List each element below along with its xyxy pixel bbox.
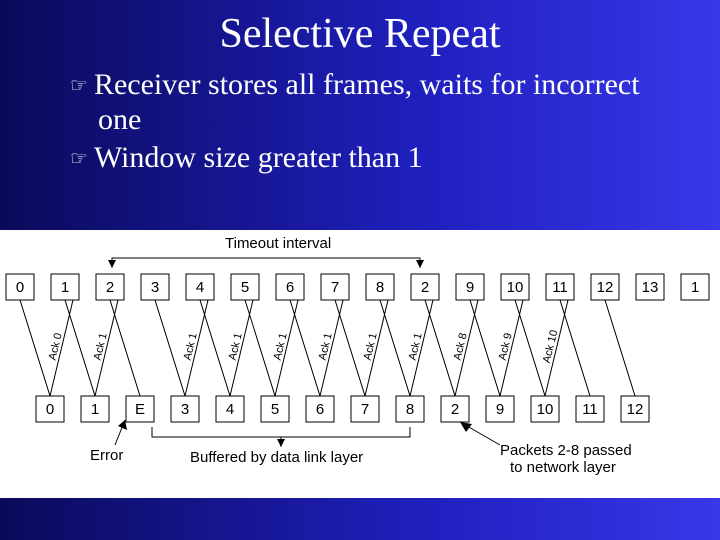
bullet-item: ☞Window size greater than 1 [70,141,680,176]
receiver-box-label: 6 [316,401,324,418]
receiver-box-label: 4 [226,401,234,418]
sender-box-label: 1 [691,279,699,296]
data-line [20,300,50,396]
footer-bar [0,498,720,540]
data-line [605,300,635,396]
passed-label-2: to network layer [510,459,616,476]
ack-labels: Ack 0Ack 1Ack 1Ack 1Ack 1Ack 1Ack 1Ack 1… [47,329,561,365]
receiver-box-label: 10 [537,401,554,418]
buffered-annotation: Buffered by data link layer [152,427,410,466]
receiver-row: 0 1 E 3 4 5 6 7 8 2 9 10 11 12 [36,396,649,422]
slide-title: Selective Repeat [0,0,720,58]
receiver-box-label: 5 [271,401,279,418]
sender-box-label: 2 [106,279,114,296]
sender-box-label: 6 [286,279,294,296]
passed-annotation: Packets 2-8 passed to network layer [460,422,632,476]
slide: Selective Repeat ☞Receiver stores all fr… [0,0,720,540]
receiver-box-label: 9 [496,401,504,418]
receiver-box-label: E [135,401,145,418]
sender-box-label: 0 [16,279,24,296]
passed-label-1: Packets 2-8 passed [500,442,632,459]
data-line [155,300,185,396]
sender-box-label: 13 [642,279,659,296]
sender-box-label: 1 [61,279,69,296]
sender-box-label: 5 [241,279,249,296]
receiver-box-label: 0 [46,401,54,418]
sender-box-label: 10 [507,279,524,296]
bullet-marker-icon: ☞ [70,75,94,97]
diagram-panel: Timeout interval 01234567829101112131 01… [0,230,720,500]
receiver-box-label: 12 [627,401,644,418]
error-label: Error [90,447,123,464]
bullet-text: Receiver stores all frames, waits for in… [94,68,640,136]
timeout-bracket: Timeout interval [108,235,424,268]
receiver-box-label: 2 [451,401,459,418]
buffered-label: Buffered by data link layer [190,449,363,466]
bullet-list: ☞Receiver stores all frames, waits for i… [0,58,720,176]
sender-box-label: 11 [552,279,568,296]
receiver-box-label: 1 [91,401,99,418]
sender-box-label: 2 [421,279,429,296]
sender-box-label: 9 [466,279,474,296]
sender-box-label: 12 [597,279,614,296]
sender-row: 01234567829101112131 [6,274,709,300]
timeout-label: Timeout interval [225,235,331,252]
selective-repeat-diagram: Timeout interval 01234567829101112131 01… [0,230,720,500]
bullet-text: Window size greater than 1 [94,141,423,174]
receiver-box-label: 3 [181,401,189,418]
receiver-box-label: 7 [361,401,369,418]
bullet-item: ☞Receiver stores all frames, waits for i… [70,68,680,137]
sender-box-label: 8 [376,279,384,296]
sender-box-label: 7 [331,279,339,296]
ack-label: Ack 10 [541,329,561,365]
sender-box-label: 4 [196,279,204,296]
sender-box-label: 3 [151,279,159,296]
receiver-box-label: 8 [406,401,414,418]
bullet-marker-icon: ☞ [70,148,94,170]
receiver-box-label: 11 [582,401,598,418]
error-annotation: Error [90,420,127,464]
